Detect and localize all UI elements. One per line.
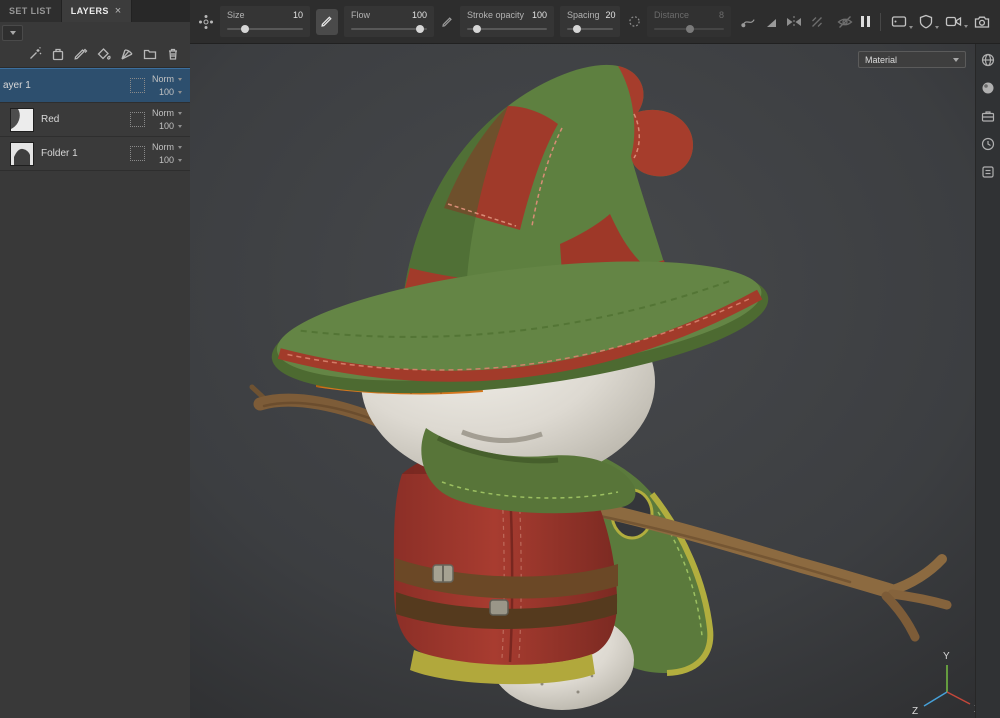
flow-slider[interactable] — [351, 25, 427, 33]
video-camera-button[interactable] — [945, 15, 968, 28]
mask-placeholder-icon[interactable] — [130, 112, 145, 127]
pencil-icon[interactable] — [74, 47, 88, 61]
eye-hidden-icon[interactable] — [837, 15, 853, 29]
chevron-down-icon — [9, 31, 16, 35]
chevron-down-icon — [953, 57, 959, 62]
blend-mode-value[interactable]: Norm — [152, 74, 174, 84]
pause-button[interactable] — [861, 16, 870, 27]
layer-thumbnail — [10, 107, 34, 132]
distance-label: Distance — [654, 10, 690, 20]
stroke-opacity-slider[interactable] — [467, 25, 547, 33]
notes-panel-icon[interactable] — [981, 165, 995, 184]
mask-placeholder-icon[interactable] — [130, 78, 145, 93]
history-clock-icon[interactable] — [981, 137, 995, 156]
paint-tool-button[interactable] — [316, 8, 338, 35]
chevron-down-icon — [178, 77, 182, 81]
layer-row-layer1[interactable]: ayer 1 Norm 100 — [0, 68, 190, 103]
right-dock-strip — [975, 44, 1000, 718]
lazy-mouse-icon[interactable] — [741, 14, 756, 29]
blend-mode-dropdown[interactable] — [2, 25, 23, 41]
stroke-opacity-label: Stroke opacity — [467, 10, 525, 20]
spacing-label: Spacing — [567, 10, 600, 20]
layer-row-folder1[interactable]: Folder 1 Norm 100 — [0, 137, 190, 171]
size-label: Size — [227, 10, 245, 20]
tab-set-list-label: SET LIST — [9, 5, 52, 16]
viewport-3d[interactable]: Y Z X Material — [190, 44, 1000, 718]
distance-value: 8 — [718, 10, 724, 20]
blend-mode-value[interactable]: Norm — [152, 142, 174, 152]
dotted-stroke-toggle-icon[interactable] — [628, 15, 641, 28]
layer-name: ayer 1 — [3, 80, 31, 91]
trash-icon[interactable] — [166, 47, 180, 61]
shader-ball-icon[interactable] — [981, 81, 995, 100]
toolbox-icon[interactable] — [981, 109, 995, 128]
tab-set-list[interactable]: SET LIST — [0, 0, 62, 22]
display-settings-icon[interactable] — [981, 53, 995, 72]
layer-list: ayer 1 Norm 100 Red Norm 100 Folder 1 No… — [0, 67, 190, 171]
dialog-button[interactable] — [891, 15, 913, 29]
camera-icon[interactable] — [974, 15, 990, 29]
symmetry-line-icon[interactable] — [810, 15, 824, 29]
layer-thumbnail — [10, 141, 34, 166]
shield-button[interactable] — [919, 14, 939, 29]
chevron-down-icon — [935, 26, 939, 29]
chevron-down-icon — [964, 25, 968, 28]
chevron-down-icon — [909, 25, 913, 29]
blend-mode-value[interactable]: Norm — [152, 108, 174, 118]
brush-tip-icon[interactable] — [198, 14, 214, 30]
spacing-slider[interactable] — [567, 25, 613, 33]
layer-row-red[interactable]: Red Norm 100 — [0, 103, 190, 137]
fill-bucket-icon[interactable] — [97, 47, 111, 61]
chevron-down-icon — [178, 158, 182, 162]
distance-control: Distance 8 — [647, 6, 731, 37]
layer-name: Folder 1 — [41, 148, 78, 159]
brush-toolbar: Size 10 Flow 100 Stroke opacity 100 Spacing… — [190, 0, 1000, 44]
layers-panel: SET LIST LAYERS × ayer 1 Norm 100 Red No… — [0, 0, 191, 718]
mask-placeholder-icon[interactable] — [130, 146, 145, 161]
scene-canvas[interactable]: Y Z X — [190, 44, 1000, 718]
panel-subheader — [0, 22, 190, 44]
flow-value: 100 — [411, 10, 427, 20]
layer-toolbar — [0, 44, 190, 67]
material-dropdown[interactable]: Material — [858, 51, 966, 68]
stroke-opacity-value: 100 — [531, 10, 547, 20]
folder-icon[interactable] — [143, 47, 157, 61]
fan-icon[interactable] — [120, 47, 134, 61]
axis-z-label: Z — [912, 706, 918, 717]
tab-layers-label: LAYERS — [70, 5, 109, 16]
opacity-value[interactable]: 100 — [159, 87, 174, 97]
size-value: 10 — [292, 10, 303, 20]
stamp-icon[interactable] — [51, 47, 65, 61]
pencil-small-icon[interactable] — [442, 16, 454, 28]
opacity-value[interactable]: 100 — [159, 121, 174, 131]
chevron-down-icon — [178, 145, 182, 149]
spacing-control[interactable]: Spacing 20 — [560, 6, 620, 37]
chevron-down-icon — [178, 90, 182, 94]
size-slider[interactable] — [227, 25, 303, 33]
layer-name: Red — [41, 114, 60, 125]
material-dropdown-label: Material — [865, 54, 898, 65]
tab-layers[interactable]: LAYERS × — [61, 0, 132, 22]
close-icon[interactable]: × — [115, 5, 122, 17]
chevron-down-icon — [178, 124, 182, 128]
axis-y-label: Y — [943, 651, 950, 662]
distance-slider — [654, 25, 724, 33]
panel-tab-bar: SET LIST LAYERS × — [0, 0, 190, 22]
flow-control[interactable]: Flow 100 — [344, 6, 434, 37]
stroke-opacity-control[interactable]: Stroke opacity 100 — [460, 6, 554, 37]
symmetry-flag-icon[interactable] — [764, 15, 778, 29]
wand-icon[interactable] — [28, 47, 42, 61]
size-control[interactable]: Size 10 — [220, 6, 310, 37]
toolbar-divider — [880, 12, 881, 31]
spacing-value: 20 — [605, 10, 616, 20]
opacity-value[interactable]: 100 — [159, 155, 174, 165]
chevron-down-icon — [178, 111, 182, 115]
symmetry-mirror-icon[interactable] — [786, 15, 802, 29]
flow-label: Flow — [351, 10, 371, 20]
